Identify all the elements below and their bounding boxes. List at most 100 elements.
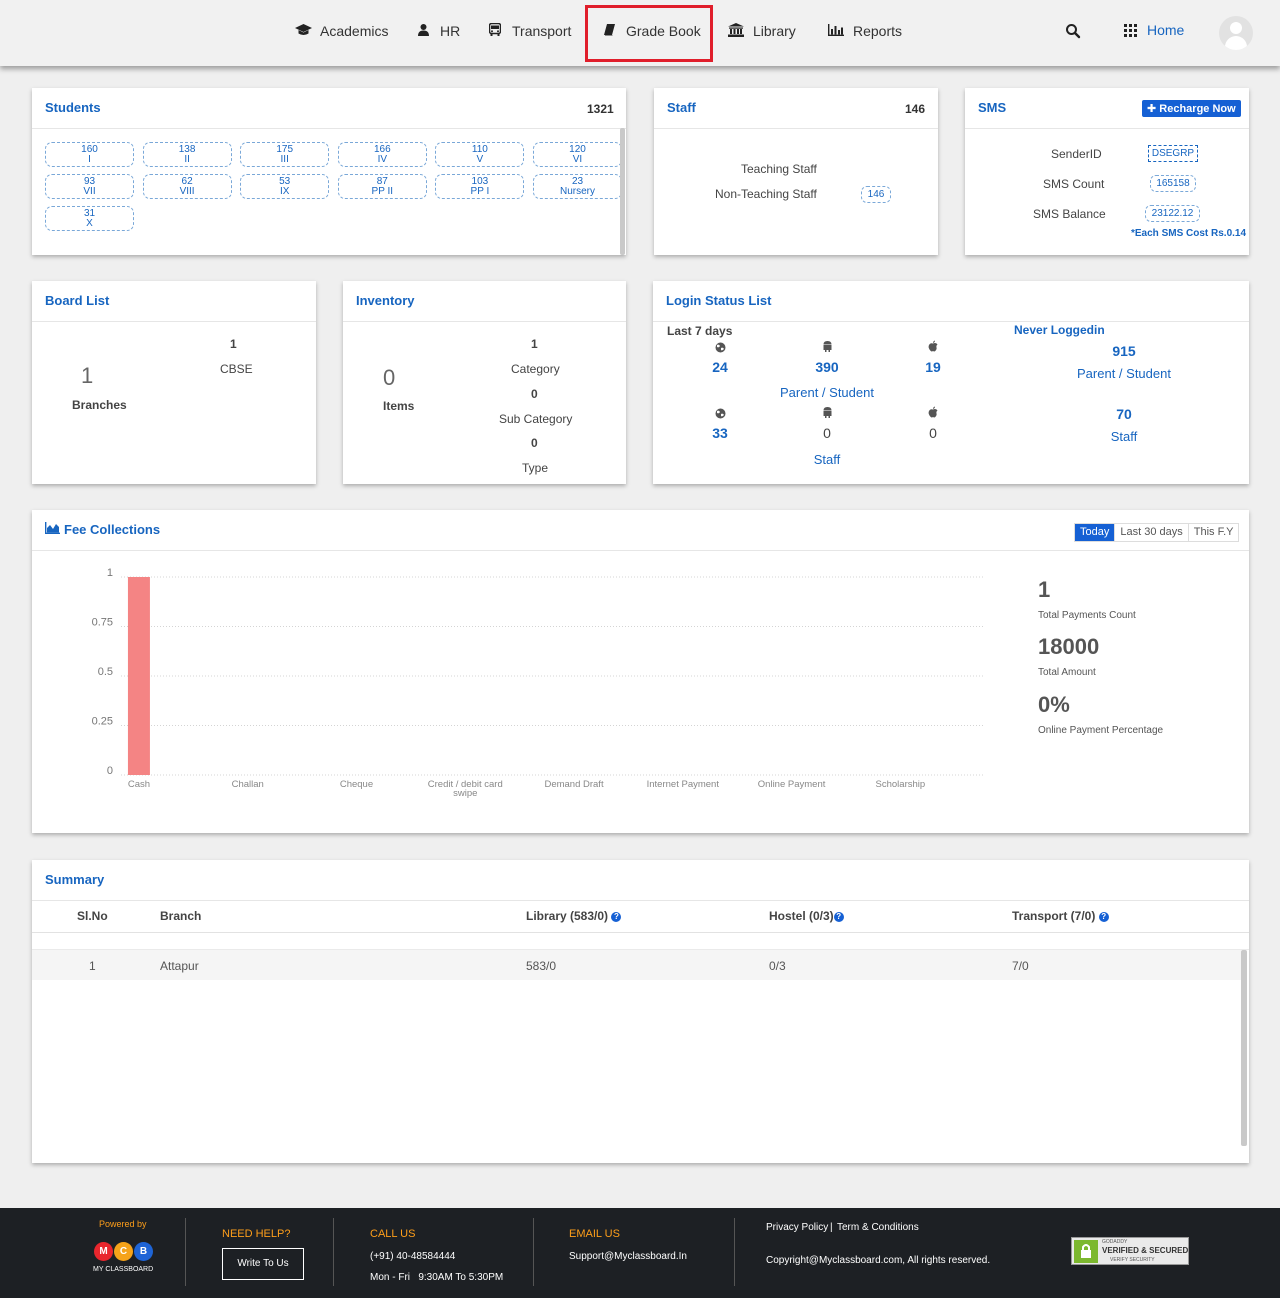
col-library: Library (583/0) ? bbox=[526, 900, 769, 933]
last-7-days-label: Last 7 days bbox=[667, 324, 733, 338]
class-count-pill[interactable]: 160 I bbox=[45, 142, 134, 167]
area-chart-icon bbox=[45, 522, 60, 537]
cbse-label: CBSE bbox=[220, 362, 253, 376]
support-hours: Mon - Fri 9:30AM To 5:30PM bbox=[370, 1272, 504, 1283]
globe-icon bbox=[711, 341, 729, 356]
branches-label: Branches bbox=[72, 398, 127, 412]
tab-this-fy[interactable]: This F.Y bbox=[1187, 524, 1239, 541]
inventory-title: Inventory bbox=[356, 293, 415, 308]
bar-chart-icon bbox=[827, 23, 845, 39]
class-count-pill[interactable]: 138 II bbox=[142, 142, 232, 167]
class-count-pill[interactable]: 53 IX bbox=[240, 174, 330, 199]
class-name: VIII bbox=[179, 186, 195, 197]
x-tick-label: Internet Payment bbox=[647, 779, 720, 790]
sms-count-value: 165158 bbox=[1150, 175, 1196, 192]
class-name: IX bbox=[279, 186, 290, 197]
sms-title: SMS bbox=[978, 100, 1007, 115]
tab-today[interactable]: Today bbox=[1075, 524, 1115, 541]
class-name: II bbox=[184, 154, 190, 165]
row-hostel: 0/3 bbox=[769, 959, 786, 973]
nav-academics[interactable]: Academics bbox=[294, 18, 388, 44]
help-icon[interactable]: ? bbox=[1098, 911, 1109, 922]
x-tick-label: Cheque bbox=[340, 779, 373, 790]
parent-ios-logins[interactable]: 19 bbox=[913, 359, 953, 375]
total-amount-label: Total Amount bbox=[1038, 667, 1096, 678]
summary-scrollbar[interactable] bbox=[1241, 950, 1247, 1146]
class-name: VII bbox=[83, 186, 96, 197]
class-count-pill[interactable]: 23 Nursery bbox=[533, 174, 622, 199]
staff-web-logins[interactable]: 33 bbox=[700, 425, 740, 441]
badge-main-text: VERIFIED & SECURED bbox=[1102, 1246, 1189, 1255]
lock-icon bbox=[1074, 1240, 1098, 1263]
class-count-pill[interactable]: 103 PP I bbox=[435, 174, 525, 199]
privacy-policy-link[interactable]: Privacy Policy bbox=[766, 1222, 828, 1233]
table-row[interactable]: 1 Attapur 583/0 0/3 7/0 bbox=[32, 950, 1241, 980]
staff-total: 146 bbox=[905, 102, 926, 116]
top-navigation-bar: Academics HR Transport Grade Book Librar… bbox=[0, 0, 1280, 66]
globe-icon bbox=[711, 407, 729, 422]
terms-link[interactable]: Term & Conditions bbox=[837, 1222, 919, 1233]
total-amount: 18000 bbox=[1038, 634, 1100, 659]
recharge-now-button[interactable]: ✚ Recharge Now bbox=[1142, 100, 1241, 117]
class-count-pill[interactable]: 87 PP II bbox=[337, 174, 427, 199]
class-name: PP I bbox=[470, 186, 490, 197]
godaddy-security-badge[interactable]: GODADDY VERIFIED & SECURED VERIFY SECURI… bbox=[1071, 1237, 1189, 1265]
nav-reports[interactable]: Reports bbox=[827, 18, 902, 44]
nav-transport-label: Transport bbox=[512, 23, 572, 39]
android-icon bbox=[818, 340, 836, 355]
summary-card: Summary Sl.No Branch Library (583/0) ? H… bbox=[32, 860, 1249, 1163]
class-count-pill[interactable]: 110 V bbox=[435, 142, 525, 167]
class-count-pill[interactable]: 31 X bbox=[45, 206, 134, 231]
class-count-pill[interactable]: 166 IV bbox=[337, 142, 427, 167]
user-avatar[interactable] bbox=[1219, 16, 1253, 50]
class-name: PP II bbox=[371, 186, 394, 197]
login-status-title: Login Status List bbox=[666, 293, 772, 308]
items-count: 0 bbox=[383, 365, 396, 390]
never-loggedin-parent-count[interactable]: 915 bbox=[1084, 343, 1164, 359]
nav-library[interactable]: Library bbox=[727, 18, 796, 44]
write-to-us-button[interactable]: Write To Us bbox=[222, 1248, 304, 1280]
col-slno: Sl.No bbox=[32, 900, 160, 933]
help-icon[interactable]: ? bbox=[833, 911, 844, 922]
fee-collections-title: Fee Collections bbox=[64, 522, 161, 537]
apps-grid-icon bbox=[1124, 23, 1137, 37]
col-transport: Transport (7/0) ? bbox=[1012, 900, 1249, 933]
y-tick-label: 0.75 bbox=[92, 617, 113, 629]
students-title: Students bbox=[45, 100, 101, 115]
parent-student-label: Parent / Student bbox=[780, 385, 874, 400]
class-count-pill[interactable]: 120 VI bbox=[533, 142, 622, 167]
bar-0[interactable] bbox=[127, 577, 150, 775]
institution-icon bbox=[727, 22, 745, 40]
plus-icon: ✚ bbox=[1147, 103, 1160, 115]
class-name: V bbox=[476, 154, 484, 165]
board-list-title: Board List bbox=[45, 293, 110, 308]
parent-android-logins[interactable]: 390 bbox=[807, 359, 847, 375]
footer: Powered by M C B MY CLASSBOARD NEED HELP… bbox=[0, 1208, 1280, 1298]
students-total: 1321 bbox=[587, 102, 614, 116]
phone-number[interactable]: (+91) 40-48584444 bbox=[370, 1251, 455, 1262]
nav-transport[interactable]: Transport bbox=[486, 18, 571, 44]
sender-id-value: DSEGRP bbox=[1148, 145, 1198, 162]
help-icon[interactable]: ? bbox=[611, 911, 622, 922]
col-branch: Branch bbox=[160, 900, 526, 933]
type-label: Type bbox=[522, 461, 549, 475]
support-email[interactable]: Support@Myclassboard.In bbox=[569, 1251, 687, 1262]
parent-web-logins[interactable]: 24 bbox=[700, 359, 740, 375]
home-link[interactable]: Home bbox=[1124, 22, 1184, 38]
total-payments-count-label: Total Payments Count bbox=[1038, 610, 1136, 621]
search-icon[interactable] bbox=[1065, 23, 1081, 39]
email-us-label: EMAIL US bbox=[569, 1228, 620, 1240]
call-us-label: CALL US bbox=[370, 1228, 416, 1240]
non-teaching-staff-label: Non-Teaching Staff bbox=[715, 187, 817, 201]
students-scrollbar[interactable] bbox=[620, 128, 625, 255]
class-count-pill[interactable]: 62 VIII bbox=[142, 174, 232, 199]
nav-hr[interactable]: HR bbox=[414, 18, 460, 44]
never-loggedin-staff-count[interactable]: 70 bbox=[1084, 406, 1164, 422]
items-label: Items bbox=[383, 399, 415, 413]
non-teaching-count-badge[interactable]: 146 bbox=[861, 186, 891, 203]
sender-id-label: SenderID bbox=[1051, 147, 1102, 161]
class-count-pill[interactable]: 175 III bbox=[240, 142, 330, 167]
tab-last-30-days[interactable]: Last 30 days bbox=[1114, 524, 1187, 541]
class-count-pill[interactable]: 93 VII bbox=[45, 174, 134, 199]
inventory-card: Inventory 0 Items 1 Category 0 Sub Categ… bbox=[343, 281, 626, 484]
